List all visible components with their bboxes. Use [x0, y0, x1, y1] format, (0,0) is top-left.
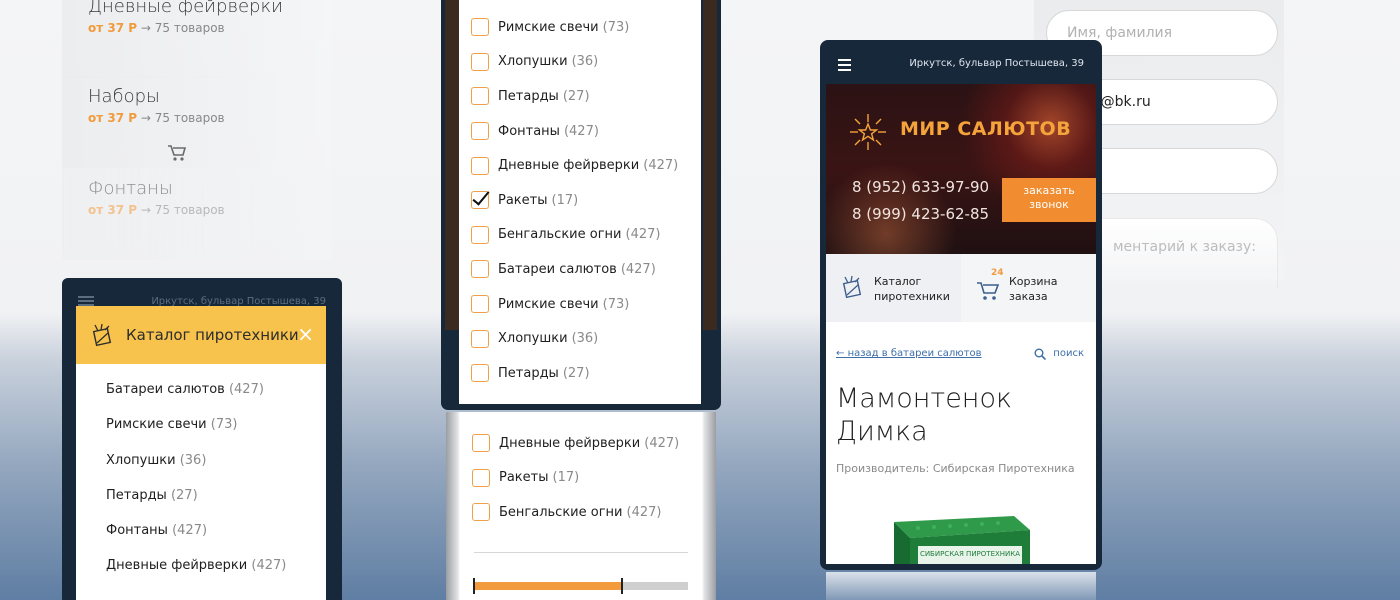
filter-option[interactable]: Ракеты (17) [460, 461, 702, 496]
filter-option[interactable]: Бенгальские огни (427) [459, 218, 701, 253]
filter-checkbox-list: Римские свечи (73) Хлопушки (36) Петарды (2… [459, 0, 701, 391]
catalog-menu-title: Каталог пиротехники [126, 326, 299, 344]
category-title: Наборы [88, 86, 160, 107]
product-screen: МИР САЛЮТОВ 8 (952) 633-97-90 8 (999) 42… [826, 84, 1096, 564]
filter-option[interactable]: Хлопушки (36) [459, 321, 701, 356]
product-title: Мамонтенок Димка [836, 383, 1013, 447]
menu-icon[interactable] [838, 59, 851, 71]
filter-option[interactable]: Бенгальские огни (427) [460, 495, 702, 530]
category-card[interactable]: Наборы от 37 Р → 75 товаров [62, 76, 332, 168]
checkbox[interactable] [471, 260, 489, 279]
nav-label: Корзина заказа [1009, 275, 1058, 303]
close-icon[interactable]: × [297, 324, 314, 344]
filter-option[interactable]: Дневные фейрверки (427) [459, 148, 701, 183]
phone-number[interactable]: 8 (999) 423-62-85 [852, 205, 989, 223]
search-icon[interactable] [1034, 348, 1046, 360]
category-title: Фонтаны [88, 178, 173, 199]
checkbox-checked[interactable] [471, 191, 489, 210]
divider [474, 552, 688, 553]
price-range-handle-max[interactable] [620, 578, 623, 594]
phone-product-page: Иркутск, бульвар Постышева, 39 МИР САЛЮТ… [820, 40, 1102, 570]
filter-option[interactable]: Хлопушки (36) [459, 45, 701, 80]
checkbox[interactable] [471, 295, 489, 314]
category-card[interactable]: Дневные фейрверки от 37 Р → 75 товаров [62, 0, 332, 78]
filter-option[interactable]: Дневные фейрверки (427) [460, 426, 702, 461]
firework-box-icon [92, 323, 112, 347]
checkbox[interactable] [471, 52, 489, 71]
filter-panel-continued: Дневные фейрверки (427) Ракеты (17) Бенгал… [446, 412, 716, 600]
filter-option[interactable]: Петарды (27) [459, 79, 701, 114]
category-meta: от 37 Р → 75 товаров [88, 21, 225, 35]
checkbox[interactable] [471, 122, 489, 141]
checkbox[interactable] [471, 87, 489, 106]
checkbox[interactable] [471, 329, 489, 348]
filter-option[interactable]: Петарды (27) [459, 356, 701, 391]
category-meta: от 37 Р → 75 товаров [88, 203, 225, 217]
firework-box-icon [842, 275, 862, 299]
catalog-menu-item[interactable]: Фонтаны (427) [106, 523, 326, 558]
filter-checkbox-list: Дневные фейрверки (427) Ракеты (17) Бенгал… [460, 426, 702, 530]
nav-catalog[interactable]: Каталог пиротехники [826, 254, 961, 322]
address-text: Иркутск, бульвар Постышева, 39 [909, 58, 1084, 69]
category-title: Дневные фейрверки [88, 0, 284, 17]
checkbox[interactable] [471, 364, 489, 383]
callback-button[interactable]: заказать звонок [1002, 178, 1096, 222]
hero-banner: МИР САЛЮТОВ 8 (952) 633-97-90 8 (999) 42… [826, 84, 1096, 254]
nav-label: Каталог пиротехники [874, 275, 950, 303]
catalog-menu-item[interactable]: Петарды (27) [106, 488, 326, 523]
catalog-menu-item[interactable]: Римские свечи (73) [106, 417, 326, 452]
cart-count-badge: 24 [991, 268, 1004, 278]
catalog-menu-item[interactable]: Дневные фейрверки (427) [106, 558, 326, 593]
checkbox[interactable] [472, 434, 490, 453]
arrow-left-icon: ← [836, 348, 848, 359]
catalog-menu-item[interactable]: Хлопушки (36) [106, 453, 326, 488]
product-maker: Производитель: Сибирская Пиротехника [836, 462, 1075, 475]
nav-cart[interactable]: 24 Корзина заказа [961, 254, 1096, 322]
menu-icon[interactable] [78, 296, 94, 306]
main-nav: Каталог пиротехники 24 Корзина заказа [826, 254, 1096, 322]
filter-screen: Римские свечи (73) Хлопушки (36) Петарды (2… [459, 0, 701, 404]
filter-option[interactable]: Римские свечи (73) [459, 10, 701, 45]
shop-logo[interactable]: МИР САЛЮТОВ [900, 118, 1071, 140]
filter-option[interactable]: Батареи салютов (427) [459, 252, 701, 287]
reflection [826, 572, 1096, 600]
product-image[interactable]: СИБИРСКАЯ ПИРОТЕХНИКА [874, 504, 1034, 564]
checkbox[interactable] [471, 156, 489, 175]
phone-catalog-menu: Иркутск, бульвар Постышева, 39 Каталог п… [62, 278, 342, 600]
price-range-fill [474, 582, 622, 590]
price-range-handle-min[interactable] [473, 578, 475, 594]
category-card[interactable]: Фонтаны от 37 Р → 75 товаров [62, 168, 332, 260]
checkbox[interactable] [471, 18, 489, 37]
phone-filter-list: Римские свечи (73) Хлопушки (36) Петарды (2… [441, 0, 721, 410]
checkbox[interactable] [472, 468, 490, 487]
filter-option[interactable]: Римские свечи (73) [459, 287, 701, 322]
catalog-menu-list: Батареи салютов (427) Римские свечи (73)… [76, 364, 326, 600]
checkbox[interactable] [472, 503, 490, 522]
cart-icon [977, 282, 1000, 300]
firework-logo-icon [850, 114, 886, 150]
catalog-menu-item[interactable]: Батареи салютов (427) [106, 382, 326, 417]
box-brand-label: СИБИРСКАЯ ПИРОТЕХНИКА [920, 550, 1020, 558]
cart-icon [168, 145, 187, 161]
filter-option[interactable]: Ракеты (17) [459, 183, 701, 218]
search-link[interactable]: поиск [1053, 348, 1084, 359]
background-category-list: Дневные фейрверки от 37 Р → 75 товаров Н… [62, 0, 332, 260]
filter-option[interactable]: Фонтаны (427) [459, 114, 701, 149]
category-meta: от 37 Р → 75 товаров [88, 111, 225, 125]
phone-number[interactable]: 8 (952) 633-97-90 [852, 178, 989, 196]
phone-header: Иркутск, бульвар Постышева, 39 [820, 40, 1102, 84]
catalog-menu-header: Каталог пиротехники × [76, 306, 326, 364]
back-link[interactable]: ← назад в батареи салютов [836, 348, 982, 359]
checkbox[interactable] [471, 225, 489, 244]
